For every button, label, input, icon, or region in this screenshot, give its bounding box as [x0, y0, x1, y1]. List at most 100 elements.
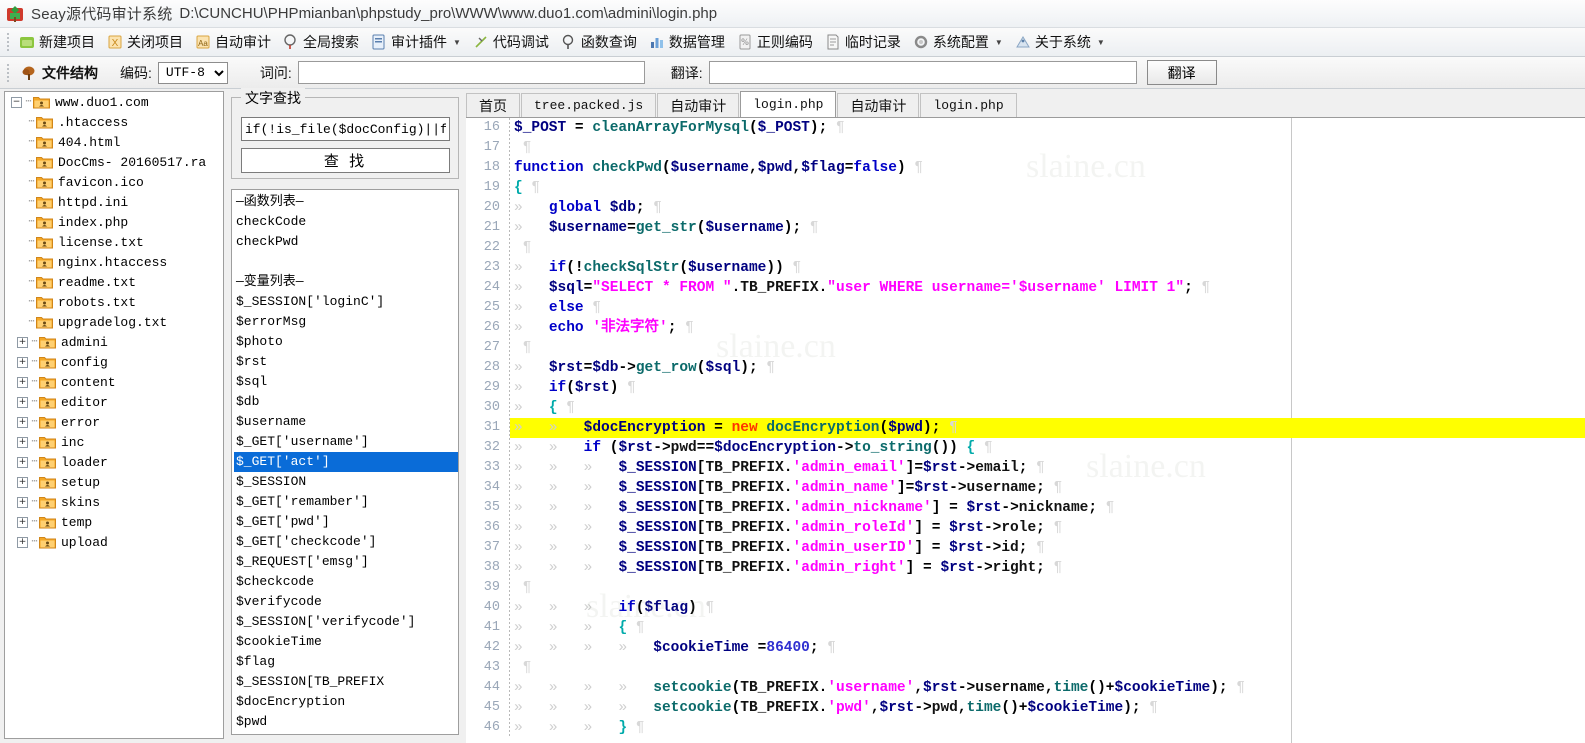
file-tree-panel[interactable]: − ⋯ www.duo1.com ⋯ .htaccess ⋯ 404.html ⋯ DocCms… [4, 91, 224, 739]
code-line[interactable]: 34 » » » $_SESSION[TB_PREFIX.'admin_name'… [466, 478, 1585, 498]
code-line[interactable]: 31 » » $docEncryption = new docEncryption… [466, 418, 1585, 438]
symbol-variable-item[interactable]: $_GET['checkcode'] [234, 532, 458, 552]
tree-node-file[interactable]: ⋯ robots.txt [5, 292, 223, 312]
tree-node-file[interactable]: ⋯ DocCms- 20160517.ra [5, 152, 223, 172]
code-line[interactable]: 29 » if($rst) ¶ [466, 378, 1585, 398]
code-line[interactable]: 44 » » » » setcookie(TB_PREFIX.'username'… [466, 678, 1585, 698]
tree-expand-icon[interactable]: + [17, 496, 28, 508]
code-line[interactable]: 22 ¶ [466, 238, 1585, 258]
toolbar-item-11[interactable]: 关于系统 ▼ [1009, 30, 1111, 55]
symbol-section-variables[interactable]: —变量列表— [234, 272, 458, 292]
symbol-variable-item[interactable]: $cookieTime [234, 632, 458, 652]
tree-node-folder[interactable]: + ⋯ editor [5, 392, 223, 412]
toolbar-item-8[interactable]: % 正则编码 [731, 30, 819, 55]
toolbar-grip[interactable] [4, 32, 11, 52]
code-line[interactable]: 42 » » » » $cookieTime =86400; ¶ [466, 638, 1585, 658]
chevron-down-icon[interactable]: ▼ [1097, 38, 1105, 47]
code-line[interactable]: 37 » » » $_SESSION[TB_PREFIX.'admin_userI… [466, 538, 1585, 558]
code-line[interactable]: 17 ¶ [466, 138, 1585, 158]
toolbar-item-1[interactable]: X 关闭项目 [101, 30, 189, 55]
code-line[interactable]: 16 $_POST = cleanArrayForMysql($_POST); ¶ [466, 118, 1585, 138]
translate-button[interactable]: 翻译 [1146, 60, 1217, 85]
symbol-variable-item[interactable]: $checkcode [234, 572, 458, 592]
code-line[interactable]: 27 ¶ [466, 338, 1585, 358]
tree-expand-icon[interactable]: + [17, 356, 28, 368]
symbol-variable-item[interactable]: $verifycode [234, 592, 458, 612]
symbol-section-functions[interactable]: —函数列表— [234, 192, 458, 212]
toolbar-item-4[interactable]: 审计插件 ▼ [365, 30, 467, 55]
editor-tab-5[interactable]: login.php [920, 93, 1017, 117]
symbol-variable-item[interactable]: $_GET['remamber'] [234, 492, 458, 512]
tree-expand-icon[interactable]: + [17, 416, 28, 428]
tree-expand-icon[interactable]: + [17, 516, 28, 528]
tree-collapse-icon[interactable]: − [11, 96, 22, 108]
code-line[interactable]: 28 » $rst=$db->get_row($sql); ¶ [466, 358, 1585, 378]
chevron-down-icon[interactable]: ▼ [453, 38, 461, 47]
toolbar-item-6[interactable]: 函数查询 [555, 30, 643, 55]
symbol-variable-item[interactable]: $_GET['username'] [234, 432, 458, 452]
code-line[interactable]: 43 ¶ [466, 658, 1585, 678]
editor-tab-1[interactable]: tree.packed.js [521, 93, 657, 117]
tree-node-folder[interactable]: + ⋯ setup [5, 472, 223, 492]
code-line[interactable]: 40 » » » if($flag) ¶ [466, 598, 1585, 618]
symbol-variable-item[interactable]: $rst [234, 352, 458, 372]
editor-tab-2[interactable]: 自动审计 [657, 93, 740, 117]
tree-node-folder[interactable]: + ⋯ error [5, 412, 223, 432]
find-input[interactable] [241, 117, 450, 141]
tree-node-file[interactable]: ⋯ upgradelog.txt [5, 312, 223, 332]
editor-tab-3[interactable]: login.php [740, 91, 837, 117]
code-line[interactable]: 23 » if(!checkSqlStr($username)) ¶ [466, 258, 1585, 278]
tree-node-folder[interactable]: + ⋯ upload [5, 532, 223, 552]
symbol-variable-item[interactable]: $_GET['act'] [234, 452, 458, 472]
editor-tab-4[interactable]: 自动审计 [837, 93, 920, 117]
code-line[interactable]: 38 » » » $_SESSION[TB_PREFIX.'admin_right… [466, 558, 1585, 578]
code-line[interactable]: 33 » » » $_SESSION[TB_PREFIX.'admin_email… [466, 458, 1585, 478]
code-line[interactable]: 45 » » » » setcookie(TB_PREFIX.'pwd',$rst… [466, 698, 1585, 718]
tree-expand-icon[interactable]: + [17, 536, 28, 548]
editor-tab-0[interactable]: 首页 [466, 93, 520, 117]
symbol-variable-item[interactable]: $_SESSION['verifycode'] [234, 612, 458, 632]
code-line[interactable]: 21 » $username=get_str($username); ¶ [466, 218, 1585, 238]
toolbar-item-2[interactable]: Aa 自动审计 [189, 30, 277, 55]
symbol-variable-item[interactable]: $errorMsg [234, 312, 458, 332]
symbol-variable-item[interactable]: $photo [234, 332, 458, 352]
symbol-variable-item[interactable]: $_REQUEST['emsg'] [234, 552, 458, 572]
code-line[interactable]: 32 » » if ($rst->pwd==$docEncryption->to_… [466, 438, 1585, 458]
symbol-variable-item[interactable]: $_SESSION [234, 472, 458, 492]
tree-node-file[interactable]: ⋯ 404.html [5, 132, 223, 152]
symbol-list[interactable]: —函数列表— checkCode checkPwd —变量列表— $_SESSION[… [231, 189, 459, 735]
code-line[interactable]: 30 » { ¶ [466, 398, 1585, 418]
tree-node-file[interactable]: ⋯ httpd.ini [5, 192, 223, 212]
symbol-variable-item[interactable]: $docEncryption [234, 692, 458, 712]
code-line[interactable]: 18 function checkPwd($username,$pwd,$flag… [466, 158, 1585, 178]
toolbar-item-0[interactable]: 新建项目 [13, 30, 101, 55]
code-line[interactable]: 46 » » » } ¶ [466, 718, 1585, 738]
symbol-variable-item[interactable]: $db [234, 392, 458, 412]
tree-node-folder[interactable]: + ⋯ content [5, 372, 223, 392]
code-line[interactable]: 20 » global $db; ¶ [466, 198, 1585, 218]
tree-expand-icon[interactable]: + [17, 376, 28, 388]
toolbar-item-3[interactable]: 全局搜索 [277, 30, 365, 55]
toolbar-item-7[interactable]: 数据管理 [643, 30, 731, 55]
code-line[interactable]: 25 » else ¶ [466, 298, 1585, 318]
find-button[interactable]: 查 找 [241, 148, 450, 173]
code-editor[interactable]: 16 $_POST = cleanArrayForMysql($_POST); ¶… [466, 117, 1585, 743]
code-line[interactable]: 39 ¶ [466, 578, 1585, 598]
tree-node-file[interactable]: ⋯ nginx.htaccess [5, 252, 223, 272]
tree-node-file[interactable]: ⋯ readme.txt [5, 272, 223, 292]
symbol-variable-item[interactable]: $sql [234, 372, 458, 392]
toolbar-item-10[interactable]: 系统配置 ▼ [907, 30, 1009, 55]
symbol-variable-item[interactable]: $_SESSION[TB_PREFIX [234, 672, 458, 692]
toolbar-item-9[interactable]: 临时记录 [819, 30, 907, 55]
tree-expand-icon[interactable]: + [17, 456, 28, 468]
code-line[interactable]: 36 » » » $_SESSION[TB_PREFIX.'admin_roleI… [466, 518, 1585, 538]
symbol-variable-item[interactable]: $_POST [234, 732, 458, 734]
tree-node-root[interactable]: − ⋯ www.duo1.com [5, 92, 223, 112]
encoding-select[interactable]: UTF-8GBKGB2312BIG5ANSI [157, 61, 228, 84]
chevron-down-icon[interactable]: ▼ [995, 38, 1003, 47]
tree-node-file[interactable]: ⋯ .htaccess [5, 112, 223, 132]
symbol-variable-item[interactable]: $flag [234, 652, 458, 672]
tree-node-folder[interactable]: + ⋯ loader [5, 452, 223, 472]
symbol-variable-item[interactable]: $username [234, 412, 458, 432]
symbol-variable-item[interactable]: $_GET['pwd'] [234, 512, 458, 532]
